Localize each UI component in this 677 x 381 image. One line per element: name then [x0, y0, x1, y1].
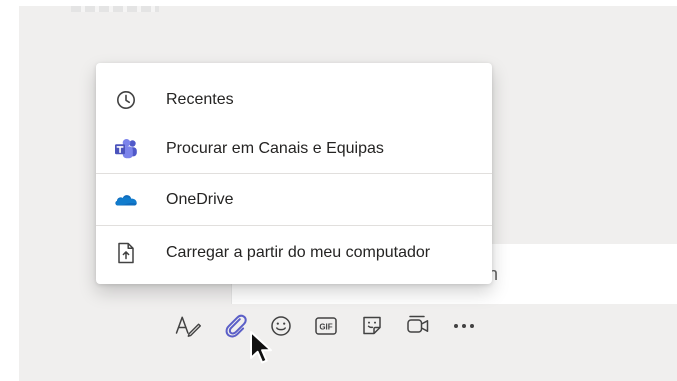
menu-item-browse-teams-channels[interactable]: Procurar em Canais e Equipas — [96, 124, 492, 174]
sticker-button[interactable] — [356, 310, 388, 342]
more-options-button[interactable] — [448, 310, 480, 342]
menu-item-label: Carregar a partir do meu computador — [166, 244, 431, 261]
meet-now-button[interactable] — [402, 310, 434, 342]
paperclip-icon — [222, 312, 250, 340]
teams-icon — [114, 137, 138, 161]
clock-icon — [114, 88, 138, 112]
gif-button[interactable]: GIF — [310, 310, 342, 342]
more-icon — [451, 321, 477, 331]
compose-toolbar: GIF — [172, 308, 482, 344]
menu-divider — [96, 173, 492, 174]
attach-menu: Recentes Procurar em Canais e Equipas On… — [96, 63, 492, 284]
top-fade-strip — [71, 6, 159, 12]
format-pen-icon — [173, 312, 203, 340]
sticker-icon — [359, 313, 385, 339]
emoji-button[interactable] — [265, 310, 297, 342]
menu-item-label: Procurar em Canais e Equipas — [166, 140, 384, 157]
gif-icon-label: GIF — [319, 322, 332, 331]
menu-divider — [96, 225, 492, 226]
emoji-icon — [269, 314, 293, 338]
upload-file-icon — [114, 241, 138, 265]
gif-icon: GIF — [313, 314, 339, 338]
menu-item-label: Recentes — [166, 91, 234, 108]
menu-item-label: OneDrive — [166, 191, 234, 208]
menu-item-recent[interactable]: Recentes — [96, 75, 492, 125]
format-button[interactable] — [172, 310, 204, 342]
attach-button[interactable] — [220, 310, 252, 342]
menu-item-onedrive[interactable]: OneDrive — [96, 175, 492, 225]
onedrive-cloud-icon — [114, 188, 138, 212]
video-camera-icon — [404, 313, 432, 339]
menu-item-upload-from-computer[interactable]: Carregar a partir do meu computador — [96, 227, 492, 279]
